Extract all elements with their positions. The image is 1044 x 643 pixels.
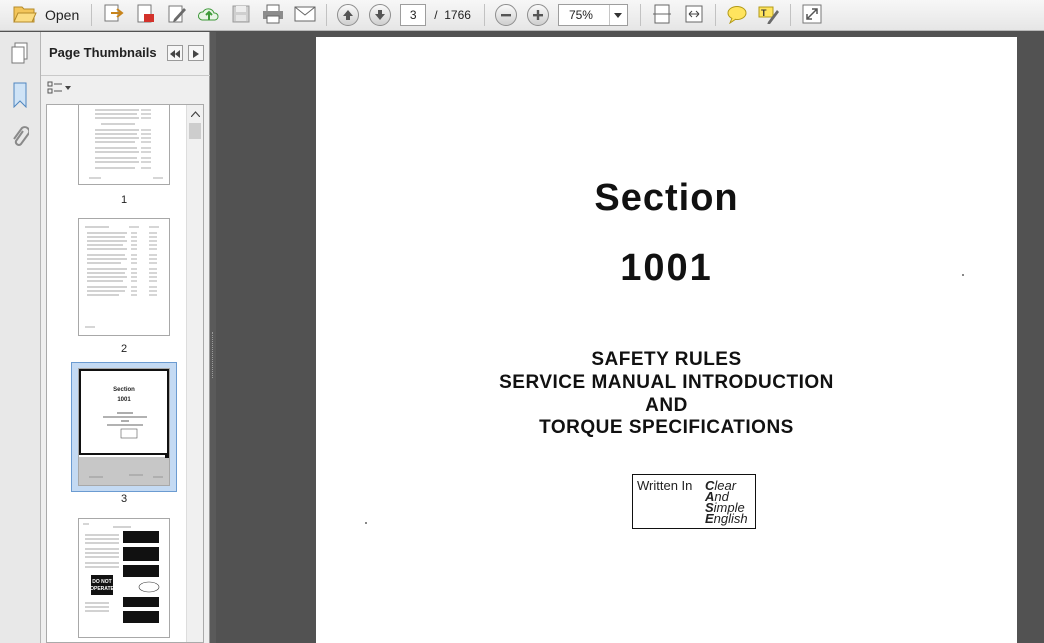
double-chevron-left-icon [170,46,180,61]
upload-cloud-button[interactable] [193,2,225,28]
zoom-level-select[interactable]: 75% [557,4,628,26]
page-1-preview-icon [89,109,163,179]
page-4-preview-icon: DO NOT OPERATE [83,523,160,623]
edit-pdf-icon [166,3,188,28]
comment-icon [726,4,748,27]
page-2-preview-icon [85,226,159,328]
splitter-grip[interactable] [212,332,214,378]
page-up-icon [337,4,360,26]
edit-pdf-button[interactable] [161,2,193,28]
subtitle-line-4: TORQUE SPECIFICATIONS [539,417,794,438]
create-pdf-button[interactable] [97,2,129,28]
fullscreen-icon [802,4,822,27]
email-button[interactable] [289,2,321,28]
page-thumbnails-tab[interactable] [4,38,36,70]
previous-page-button[interactable] [332,2,364,28]
save-button[interactable] [225,2,257,28]
thumbnail-scrollbar[interactable] [186,105,203,642]
thumbnail-list: 1 2 Section 1001 3 DO NOT OPERATE [46,104,204,643]
document-page[interactable]: Section 1001 SAFETY RULES SERVICE MANUAL… [316,37,1017,643]
thumbnail-page-3[interactable]: Section 1001 [78,368,170,486]
thumbnail-label-3: 3 [120,493,128,505]
fit-width-icon [683,3,705,28]
scrollbar-thumb[interactable] [189,123,201,139]
section-number: 1001 [620,247,713,289]
section-heading: Section [594,177,739,219]
zoom-out-icon [494,4,517,26]
thumbnails-panel-title: Page Thumbnails [49,45,157,60]
subtitle-line-2: SERVICE MANUAL INTRODUCTION [499,372,834,393]
print-button[interactable] [257,2,289,28]
expand-panel-button[interactable] [188,45,204,61]
box-word-english: English [705,511,748,526]
panel-splitter[interactable] [210,32,216,643]
open-button[interactable]: Open [6,2,86,28]
folder-open-icon [13,4,37,27]
thumbnails-header: Page Thumbnails [41,32,210,76]
thumbnail-page-1[interactable] [78,105,170,185]
comment-button[interactable] [721,2,753,28]
toolbar-divider [326,4,328,26]
zoom-in-icon [526,4,549,26]
svg-text:T: T [761,8,767,18]
email-icon [294,6,316,25]
page-thumbnails-icon [9,41,31,68]
page-total-count: / 1766 [434,8,471,22]
toolbar-divider [483,4,485,26]
bookmarks-icon [11,82,29,111]
written-in-label: Written In [637,478,693,493]
fullscreen-button[interactable] [796,2,828,28]
navigation-pane-strip [0,32,41,643]
svg-text:DO NOT: DO NOT [92,579,111,585]
highlight-sign-icon: T [758,4,780,27]
export-pdf-button[interactable] [129,2,161,28]
attachments-icon [11,124,31,153]
written-in-clear-english-box: Written In Clear And Simple English [632,474,756,529]
export-pdf-icon [134,3,156,28]
svg-text:OPERATE: OPERATE [90,586,114,592]
thumbnail-page-4[interactable]: DO NOT OPERATE [78,518,170,638]
fit-width-button[interactable] [678,2,710,28]
save-icon [231,4,251,27]
page-3-preview-icon [89,412,169,478]
scan-speck [365,522,367,524]
zoom-level-value: 75% [568,8,593,22]
next-page-button[interactable] [364,2,396,28]
highlight-sign-button[interactable]: T [753,2,785,28]
main-toolbar: Open 3 / 1766 75% T [0,0,1044,31]
toolbar-divider [789,4,791,26]
zoom-in-button[interactable] [522,2,554,28]
bookmarks-tab[interactable] [4,80,36,112]
chevron-down-icon[interactable] [608,5,627,25]
open-button-label: Open [45,7,80,23]
fit-page-button[interactable] [646,2,678,28]
page-down-icon [369,4,392,26]
options-menu-icon [47,81,71,98]
thumbnail-label-1: 1 [120,194,128,206]
page-thumbnails-panel: Page Thumbnails 1 2 Section 1001 3 DO NO… [41,32,210,643]
attachments-tab[interactable] [4,122,36,154]
fit-page-icon [652,3,672,28]
chevron-right-icon [193,46,199,61]
print-icon [262,4,284,27]
scroll-up-arrow-icon[interactable] [187,107,203,121]
subtitle-line-3: AND [645,395,688,416]
subtitle-line-1: SAFETY RULES [591,349,742,370]
toolbar-divider [714,4,716,26]
thumbnail-page-2[interactable] [78,218,170,336]
collapse-panel-button[interactable] [167,45,183,61]
upload-cloud-icon [197,3,221,28]
create-pdf-icon [102,3,124,28]
scan-speck [962,274,964,276]
page-number-input[interactable]: 3 [400,4,427,26]
thumbnail-options-button[interactable] [47,80,73,98]
toolbar-divider [639,4,641,26]
toolbar-divider [91,4,93,26]
thumbnail-label-2: 2 [120,343,128,355]
zoom-out-button[interactable] [490,2,522,28]
